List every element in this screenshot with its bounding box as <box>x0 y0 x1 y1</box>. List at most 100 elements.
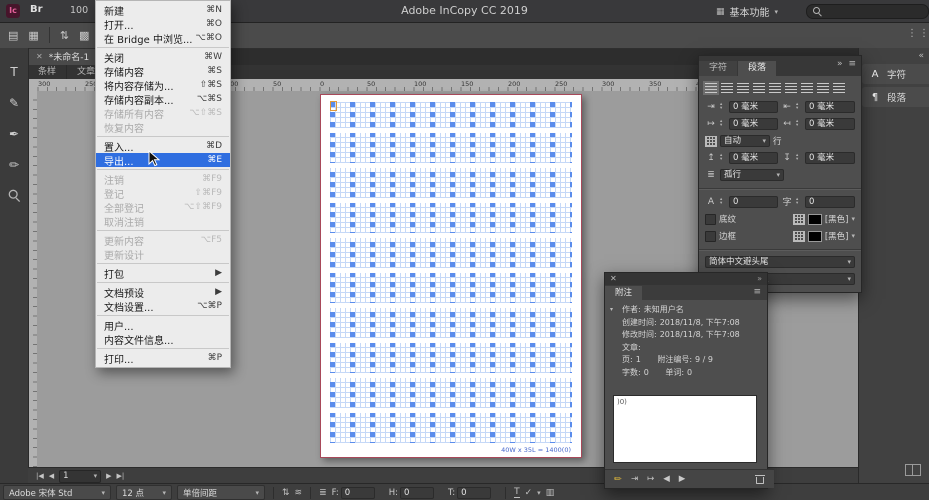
space-before-field[interactable]: 0 毫米 <box>729 152 778 164</box>
stepper-icon[interactable]: ▴▾ <box>720 154 726 162</box>
panel-menu-icon[interactable]: ≡ <box>753 287 761 297</box>
delete-note-icon[interactable] <box>756 474 764 484</box>
document-page[interactable]: 40W x 35L = 1400(0) <box>320 94 582 458</box>
last-line-indent-field[interactable]: 0 毫米 <box>805 118 855 130</box>
border-color-swatch[interactable] <box>808 231 822 242</box>
story-editor-icon[interactable]: ▥ <box>546 488 555 498</box>
menu-item-package[interactable]: 打包▶ <box>96 266 230 280</box>
close-tab-icon[interactable]: ✕ <box>36 52 43 61</box>
eyedropper-tool[interactable]: ✒ <box>5 126 23 142</box>
menu-item-user[interactable]: 用户... <box>96 318 230 332</box>
first-page-button[interactable]: |◀ <box>36 472 44 480</box>
dock-panel-paragraph[interactable]: ¶段落 <box>862 87 929 107</box>
justify-last-left-icon[interactable] <box>753 83 765 93</box>
next-page-button[interactable]: ▶ <box>106 472 111 480</box>
border-checkbox[interactable] <box>705 231 716 242</box>
document-pages-icon[interactable]: ▤ <box>8 29 18 42</box>
menu-item-print[interactable]: 打印...⌘P <box>96 351 230 365</box>
space-after-field[interactable]: 0 毫米 <box>805 152 855 164</box>
tab-character[interactable]: 字符 <box>699 61 737 76</box>
stepper-icon[interactable]: ▴▾ <box>720 120 726 128</box>
workspace-switcher[interactable]: ▦ 基本功能 ▾ <box>716 4 778 19</box>
menu-item-save-content-copy[interactable]: 存储内容副本...⌥⌘S <box>96 92 230 106</box>
kinsoku-icon[interactable]: ≋ <box>295 488 303 498</box>
bridge-button[interactable]: Br <box>30 4 43 15</box>
tab-notes[interactable]: 附注 <box>605 286 642 300</box>
collapse-panel-icon[interactable]: » <box>837 59 843 69</box>
align-center-icon[interactable] <box>721 83 733 93</box>
expand-note-icon[interactable]: ↦ <box>647 474 654 484</box>
next-note-icon[interactable]: ▶ <box>679 474 686 484</box>
first-line-indent-field[interactable]: 0 毫米 <box>729 118 778 130</box>
drop-cap-lines-field[interactable]: 0 <box>729 196 778 208</box>
menu-item-browse-in-bridge[interactable]: 在 Bridge 中浏览...⌥⌘O <box>96 31 230 45</box>
shading-color-swatch[interactable] <box>808 214 822 225</box>
menu-item-document-setup[interactable]: 文档设置...⌥⌘P <box>96 299 230 313</box>
panel-dots-icon[interactable]: ⋮⋮ <box>907 28 929 39</box>
justify-last-center-icon[interactable] <box>769 83 781 93</box>
collapse-panel-icon[interactable]: » <box>757 274 762 283</box>
orphan-control-select[interactable]: 孤行 ▾ <box>720 169 784 181</box>
menu-item-close[interactable]: 关闭⌘W <box>96 50 230 64</box>
left-indent-field[interactable]: 0 毫米 <box>729 101 778 113</box>
go-to-note-anchor-icon[interactable]: ⇥ <box>631 474 638 484</box>
status-field-value[interactable]: 0 <box>400 487 434 499</box>
menu-item-save-content[interactable]: 存储内容⌘S <box>96 64 230 78</box>
align-right-icon[interactable] <box>737 83 749 93</box>
menu-item-new[interactable]: 新建⌘N <box>96 3 230 17</box>
note-text-editor[interactable]: )0) <box>613 395 757 463</box>
search-input[interactable] <box>806 4 929 19</box>
drop-cap-chars-field[interactable]: 0 <box>805 196 855 208</box>
baseline-shift-icon[interactable]: ⇅ <box>282 488 290 498</box>
zoom-level-control[interactable]: 100 <box>70 5 88 16</box>
font-size-select[interactable]: 12 点 ▾ <box>116 485 172 500</box>
split-view-icon[interactable] <box>905 464 921 476</box>
previous-note-icon[interactable]: ◀ <box>663 474 670 484</box>
justify-last-right-icon[interactable] <box>785 83 797 93</box>
menu-item-open[interactable]: 打开...⌘O <box>96 17 230 31</box>
status-field-value[interactable]: 0 <box>457 487 491 499</box>
view-tab-1[interactable]: 条样 <box>28 65 67 79</box>
menu-item-document-presets[interactable]: 文档预设▶ <box>96 285 230 299</box>
stepper-icon[interactable]: ▴▾ <box>720 198 726 206</box>
grid-line-count-select[interactable]: 自动 ▾ <box>720 135 770 147</box>
align-away-spine-icon[interactable] <box>833 83 845 93</box>
stepper-icon[interactable]: ▴▾ <box>796 154 802 162</box>
align-left-icon[interactable] <box>705 83 717 93</box>
frame-grid-icon[interactable]: ▦ <box>28 29 38 42</box>
last-page-button[interactable]: ▶| <box>117 472 125 480</box>
updown-arrows-icon[interactable]: ⇅ <box>60 29 69 42</box>
track-changes-icon[interactable]: ≣ <box>319 488 327 498</box>
stepper-icon[interactable]: ▴▾ <box>796 120 802 128</box>
panel-menu-icon[interactable]: ≡ <box>848 59 856 69</box>
right-indent-field[interactable]: 0 毫米 <box>805 101 855 113</box>
collapse-triangle-icon[interactable]: ▾ <box>610 304 613 317</box>
notes-title-bar[interactable]: ✕ » <box>605 273 767 285</box>
manuscript-grid[interactable] <box>330 102 572 443</box>
pencil-tool[interactable]: ✏ <box>5 157 23 173</box>
spellcheck-icon[interactable]: ✓ <box>525 488 533 498</box>
view-options-icon[interactable]: ▩ <box>79 29 89 42</box>
close-icon[interactable]: ✕ <box>610 274 617 283</box>
status-field-value[interactable]: 0 <box>341 487 375 499</box>
font-family-select[interactable]: Adobe 宋体 Std ▾ <box>3 485 111 500</box>
leading-select[interactable]: 单倍间距 ▾ <box>177 485 265 500</box>
stepper-icon[interactable]: ▴▾ <box>796 198 802 206</box>
menu-item-save-content-as[interactable]: 将内容存储为...⇧⌘S <box>96 78 230 92</box>
expand-panels-icon[interactable]: « <box>918 51 924 61</box>
underline-icon[interactable]: T <box>514 488 520 498</box>
stepper-icon[interactable]: ▴▾ <box>796 103 802 111</box>
shading-checkbox[interactable] <box>705 214 716 225</box>
type-tool[interactable]: T <box>5 64 23 80</box>
stepper-icon[interactable]: ▴▾ <box>720 103 726 111</box>
menu-item-export[interactable]: 导出...⌘E <box>96 153 230 167</box>
dock-panel-character[interactable]: A字符 <box>862 64 929 84</box>
new-note-icon[interactable]: ✏ <box>614 474 622 485</box>
page-number-field[interactable]: 1 ▾ <box>59 470 101 483</box>
previous-page-button[interactable]: ◀ <box>49 472 54 480</box>
justify-all-icon[interactable] <box>801 83 813 93</box>
zoom-tool[interactable] <box>5 188 23 204</box>
kinsoku-select[interactable]: 简体中文避头尾 ▾ <box>705 256 855 268</box>
tab-paragraph[interactable]: 段落 <box>738 61 776 76</box>
menu-item-content-file-info[interactable]: 内容文件信息... <box>96 332 230 346</box>
